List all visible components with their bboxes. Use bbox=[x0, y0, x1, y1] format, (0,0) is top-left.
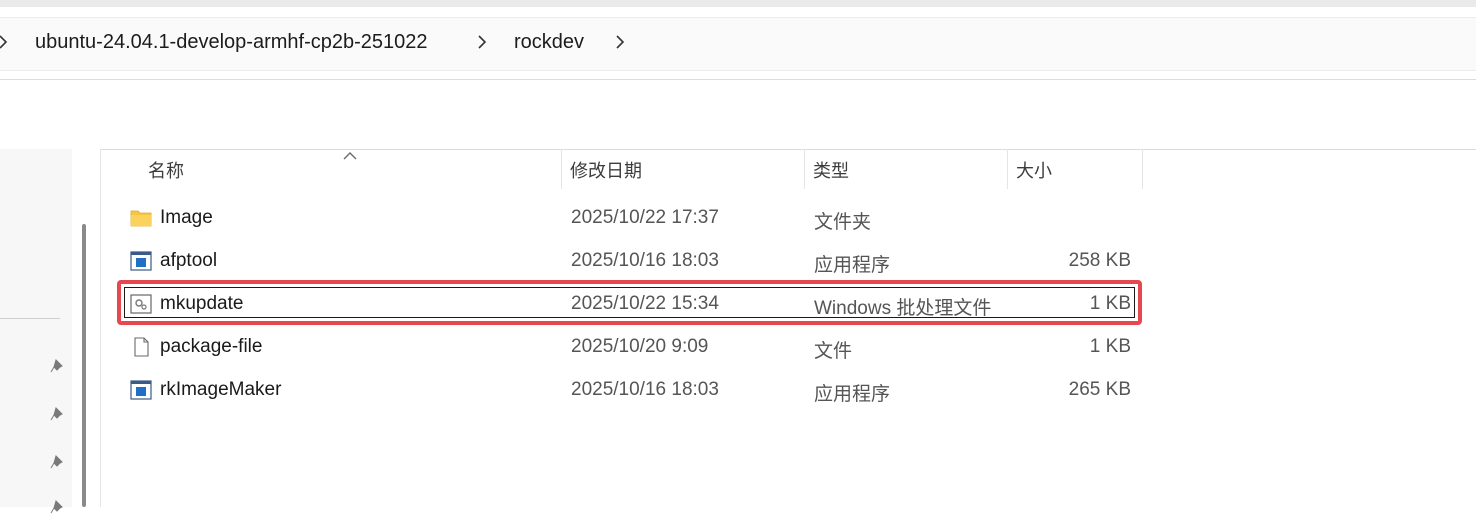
pin-icon[interactable] bbox=[50, 406, 66, 422]
column-header-row: 名称 修改日期 类型 大小 bbox=[101, 149, 1143, 189]
column-header-size-label: 大小 bbox=[1016, 161, 1052, 181]
selection-focus-rect bbox=[124, 287, 1135, 318]
column-header-name[interactable]: 名称 bbox=[140, 149, 562, 189]
address-bar[interactable]: ubuntu-24.04.1-develop-armhf-cp2b-251022… bbox=[0, 17, 1476, 71]
file-date: 2025/10/22 17:37 bbox=[571, 207, 719, 228]
pin-icon[interactable] bbox=[50, 358, 66, 374]
pin-icon[interactable] bbox=[50, 499, 66, 515]
file-size: 265 KB bbox=[1068, 379, 1131, 400]
chevron-right-icon[interactable] bbox=[614, 30, 626, 54]
file-type: 应用程序 bbox=[814, 384, 891, 405]
pin-icon[interactable] bbox=[50, 454, 66, 470]
navigation-pane bbox=[0, 149, 72, 514]
file-name: package-file bbox=[160, 336, 263, 357]
file-type: 应用程序 bbox=[814, 255, 891, 276]
command-bar bbox=[0, 79, 1476, 150]
breadcrumb-item-ubuntu[interactable]: ubuntu-24.04.1-develop-armhf-cp2b-251022 bbox=[35, 31, 428, 54]
file-type: 文件 bbox=[814, 341, 853, 362]
chevron-right-icon[interactable] bbox=[0, 30, 9, 54]
window-top-edge bbox=[0, 0, 1476, 7]
file-row[interactable]: Image 2025/10/22 17:37 文件夹 bbox=[120, 197, 1140, 240]
file-type: 文件夹 bbox=[814, 212, 872, 233]
application-icon bbox=[130, 251, 152, 271]
chevron-right-icon[interactable] bbox=[476, 30, 488, 54]
scrollbar-thumb[interactable] bbox=[82, 224, 86, 507]
vertical-scrollbar[interactable] bbox=[72, 149, 101, 507]
file-name: rkImageMaker bbox=[160, 379, 282, 400]
breadcrumb-item-rockdev[interactable]: rockdev bbox=[514, 31, 584, 54]
file-icon bbox=[130, 337, 152, 357]
file-row[interactable]: package-file 2025/10/20 9:09 文件 1 KB bbox=[120, 326, 1140, 369]
file-date: 2025/10/16 18:03 bbox=[571, 379, 719, 400]
highlight-annotation-box bbox=[117, 280, 1142, 325]
column-header-date[interactable]: 修改日期 bbox=[562, 149, 805, 189]
application-icon bbox=[130, 380, 152, 400]
file-name: afptool bbox=[160, 250, 218, 271]
file-row[interactable]: rkImageMaker 2025/10/16 18:03 应用程序 265 K… bbox=[120, 369, 1140, 412]
column-header-size[interactable]: 大小 bbox=[1008, 149, 1143, 189]
folder-icon bbox=[130, 208, 152, 228]
column-header-type[interactable]: 类型 bbox=[805, 149, 1008, 189]
column-header-type-label: 类型 bbox=[813, 161, 849, 181]
file-size: 258 KB bbox=[1068, 250, 1131, 271]
file-date: 2025/10/20 9:09 bbox=[571, 336, 709, 357]
column-header-name-label: 名称 bbox=[148, 161, 184, 181]
nav-divider bbox=[0, 318, 60, 319]
file-date: 2025/10/16 18:03 bbox=[571, 250, 719, 271]
file-row[interactable]: afptool 2025/10/16 18:03 应用程序 258 KB bbox=[120, 240, 1140, 283]
file-size: 1 KB bbox=[1089, 336, 1131, 357]
column-header-date-label: 修改日期 bbox=[570, 161, 642, 181]
file-name: Image bbox=[160, 207, 213, 228]
